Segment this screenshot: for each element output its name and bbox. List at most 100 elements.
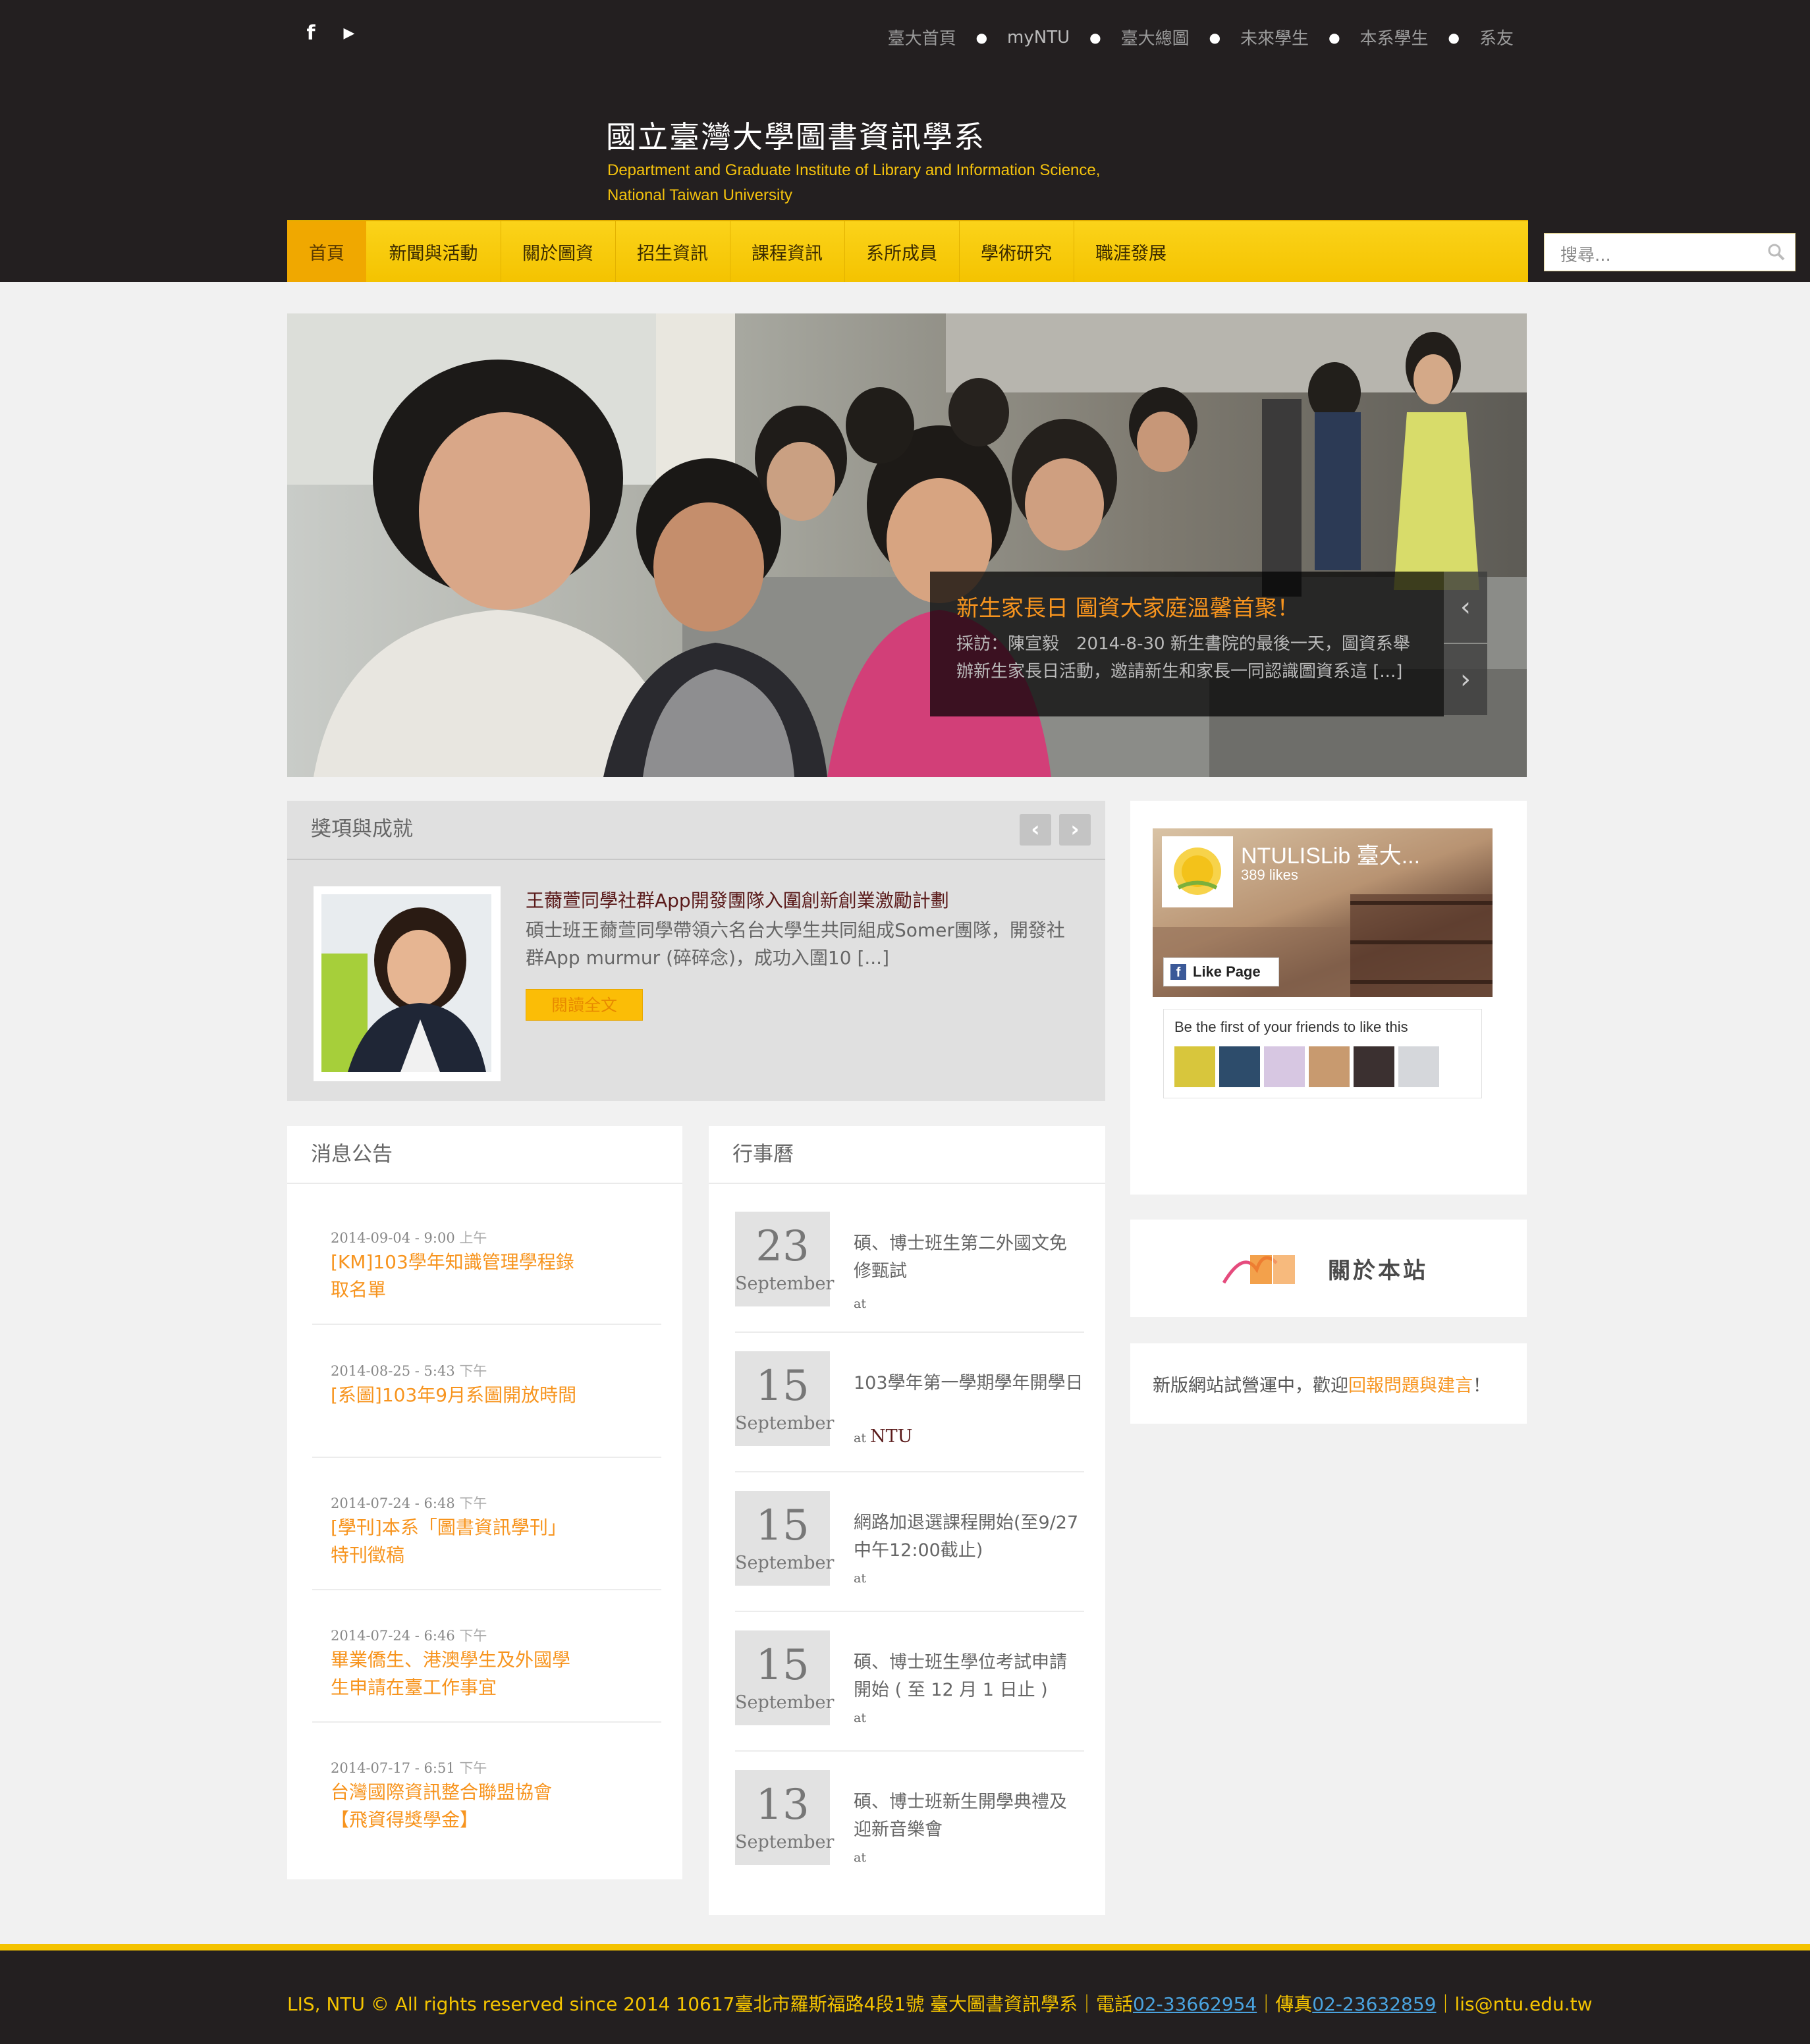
facebook-friends-text: Be the first of your friends to like thi…	[1174, 1019, 1408, 1035]
nav-home[interactable]: 首頁	[287, 221, 366, 282]
nav-news-events[interactable]: 新聞與活動	[366, 221, 501, 282]
fax-link[interactable]: 02-23632859	[1312, 1993, 1436, 2015]
top-link-future-students[interactable]: 未來學生	[1240, 25, 1309, 49]
news-item: 2014-08-25 - 5:43 下午 [系圖]103年9月系圖開放時間	[312, 1351, 661, 1458]
news-link[interactable]: [學刊]本系「圖書資訊學刊」特刊徵稿	[331, 1514, 581, 1569]
news-date: 2014-08-25 - 5:43 下午	[331, 1363, 487, 1379]
facebook-page-logo[interactable]	[1162, 836, 1233, 907]
event-location: at	[854, 1711, 866, 1725]
news-date: 2014-09-04 - 9:00 上午	[331, 1230, 487, 1246]
news-item: 2014-07-24 - 6:48 下午 [學刊]本系「圖書資訊學刊」特刊徵稿	[312, 1484, 661, 1590]
facebook-like-button[interactable]: f Like Page	[1163, 957, 1279, 986]
event-title[interactable]: 碩、博士班生學位考試申請開始 ( 至 12 月 1 日止 )	[854, 1649, 1084, 1704]
hero-caption-title[interactable]: 新生家長日 圖資大家庭溫馨首聚！	[956, 590, 1417, 622]
nav-courses[interactable]: 課程資訊	[730, 221, 844, 282]
feedback-link[interactable]: 回報問題與建言	[1348, 1376, 1473, 1396]
facebook-icon: f	[1170, 964, 1186, 980]
nav-career[interactable]: 職涯發展	[1074, 221, 1188, 282]
top-link-current-students[interactable]: 本系學生	[1360, 25, 1429, 49]
hero-slider[interactable]: 新生家長日 圖資大家庭溫馨首聚！ 採訪：陳宣毅 2014-8-30 新生書院的最…	[287, 313, 1527, 777]
nav-about[interactable]: 關於圖資	[501, 221, 615, 282]
about-site-panel[interactable]: 關於本站	[1130, 1220, 1527, 1317]
divider	[735, 1331, 1084, 1333]
news-link[interactable]: [KM]103學年知識管理學程錄取名單	[331, 1249, 581, 1304]
about-site-label[interactable]: 關於本站	[1328, 1252, 1428, 1285]
news-link[interactable]: 畢業僑生、港澳學生及外國學生申請在臺工作事宜	[331, 1646, 581, 1702]
event-date: 13 September	[735, 1770, 835, 1865]
event-date: 15 September	[735, 1630, 835, 1725]
divider	[287, 1183, 682, 1184]
fan-avatar[interactable]	[1309, 1046, 1350, 1087]
facebook-like-box: NTULISLib 臺大... 389 likes f Like Page Be…	[1153, 828, 1493, 1108]
news-link[interactable]: 台灣國際資訊整合聯盟協會【飛資得獎學金】	[331, 1779, 581, 1834]
event-title[interactable]: 網路加退選課程開始(至9/27中午12:00截止)	[854, 1509, 1084, 1565]
read-more-button[interactable]: 閱讀全文	[526, 989, 643, 1021]
news-date: 2014-07-24 - 6:46 下午	[331, 1628, 487, 1644]
fan-avatar[interactable]	[1398, 1046, 1439, 1087]
facebook-panel: NTULISLib 臺大... 389 likes f Like Page Be…	[1130, 801, 1527, 1195]
event-date: 15 September	[735, 1351, 835, 1446]
facebook-friends-box: Be the first of your friends to like thi…	[1163, 1009, 1482, 1098]
event-day: 23	[755, 1222, 809, 1271]
facebook-icon[interactable]: f	[298, 20, 324, 46]
event-month: September	[735, 1692, 835, 1713]
event-day: 13	[755, 1781, 809, 1829]
separator-dot: ●	[1089, 29, 1101, 45]
event-month: September	[735, 1832, 835, 1852]
news-date: 2014-07-24 - 6:48 下午	[331, 1495, 487, 1511]
award-photo-image	[321, 894, 491, 1072]
event-title[interactable]: 103學年第一學期學年開學日	[854, 1370, 1084, 1397]
news-date: 2014-07-17 - 6:51 下午	[331, 1760, 487, 1776]
news-item: 2014-09-04 - 9:00 上午 [KM]103學年知識管理學程錄取名單	[312, 1218, 661, 1325]
search-input[interactable]: 搜尋...	[1544, 233, 1796, 271]
fan-avatar[interactable]	[1219, 1046, 1260, 1087]
event-date: 23 September	[735, 1212, 835, 1306]
separator-dot: ●	[1448, 29, 1460, 45]
event-day: 15	[755, 1362, 809, 1411]
top-link-myntu[interactable]: myNTU	[1007, 28, 1070, 47]
divider	[735, 1471, 1084, 1472]
fan-avatar[interactable]	[1174, 1046, 1215, 1087]
youtube-icon[interactable]: ▶	[336, 20, 362, 46]
news-item: 2014-07-17 - 6:51 下午 台灣國際資訊整合聯盟協會【飛資得獎學金…	[312, 1748, 661, 1855]
event-day: 15	[755, 1641, 809, 1690]
top-link-alumni[interactable]: 系友	[1479, 25, 1514, 49]
nav-admissions[interactable]: 招生資訊	[615, 221, 730, 282]
event-title[interactable]: 碩、博士班新生開學典禮及迎新音樂會	[854, 1788, 1084, 1844]
awards-prev-button[interactable]: ‹	[1020, 814, 1051, 846]
nav-members[interactable]: 系所成員	[844, 221, 959, 282]
main-nav: 首頁 新聞與活動 關於圖資 招生資訊 課程資訊 系所成員 學術研究 職涯發展 搜…	[287, 220, 1796, 282]
award-text: 碩士班王薾萱同學帶領六名台大學生共同組成Somer團隊，開發社群App murm…	[526, 919, 1065, 969]
event-location: at	[854, 1297, 866, 1311]
nav-research[interactable]: 學術研究	[959, 221, 1074, 282]
site-title[interactable]: 國立臺灣大學圖書資訊學系	[606, 113, 985, 157]
top-links: 臺大首頁 ● myNTU ● 臺大總圖 ● 未來學生 ● 本系學生 ● 系友	[888, 25, 1514, 49]
facebook-cover[interactable]: NTULISLib 臺大... 389 likes f Like Page	[1153, 828, 1493, 997]
event-month: September	[735, 1274, 835, 1294]
award-photo[interactable]	[314, 886, 501, 1081]
news-item: 2014-07-24 - 6:46 下午 畢業僑生、港澳學生及外國學生申請在臺工…	[312, 1616, 661, 1723]
top-link-ntu-home[interactable]: 臺大首頁	[888, 25, 956, 49]
fan-avatar[interactable]	[1264, 1046, 1305, 1087]
phone-link[interactable]: 02-33662954	[1133, 1993, 1257, 2015]
awards-panel: 獎項與成就 ‹ › 王薾萱同學社群App開發團隊入圍創新創業激勵計劃 碩士班王薾…	[287, 801, 1105, 1101]
about-site-logo	[1222, 1255, 1295, 1284]
divider	[709, 1183, 1105, 1184]
calendar-heading: 行事曆	[732, 1143, 794, 1166]
search-icon[interactable]	[1767, 243, 1786, 261]
fan-avatar[interactable]	[1354, 1046, 1394, 1087]
awards-next-button[interactable]: ›	[1059, 814, 1091, 846]
news-link[interactable]: [系圖]103年9月系圖開放時間	[331, 1382, 581, 1409]
event-month: September	[735, 1413, 835, 1434]
top-link-library[interactable]: 臺大總圖	[1121, 25, 1190, 49]
hero-next-button[interactable]: ›	[1444, 644, 1487, 715]
facebook-page-name[interactable]: NTULISLib 臺大...	[1241, 838, 1420, 870]
event-location: at	[854, 1850, 866, 1865]
award-title[interactable]: 王薾萱同學社群App開發團隊入圍創新創業激勵計劃	[526, 886, 949, 913]
hero-caption: 新生家長日 圖資大家庭溫馨首聚！ 採訪：陳宣毅 2014-8-30 新生書院的最…	[930, 572, 1444, 716]
divider	[735, 1611, 1084, 1612]
hero-prev-button[interactable]: ‹	[1444, 572, 1487, 643]
awards-heading: 獎項與成就	[311, 817, 413, 841]
site-header: f ▶ 臺大首頁 ● myNTU ● 臺大總圖 ● 未來學生 ● 本系學生 ● …	[0, 0, 1810, 282]
event-title[interactable]: 碩、博士班生第二外國文免修甄試	[854, 1230, 1084, 1285]
